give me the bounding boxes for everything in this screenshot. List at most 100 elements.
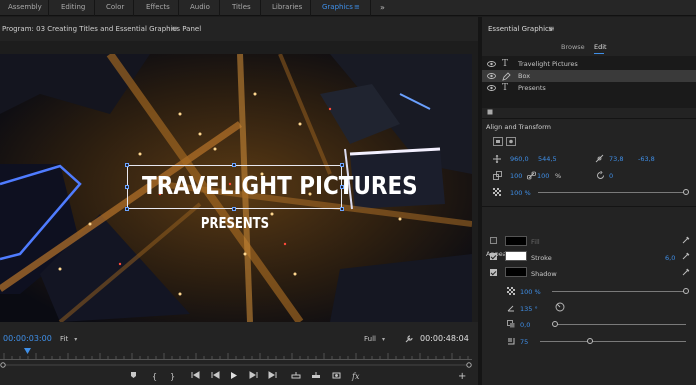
mark-out-icon[interactable]: } [170,371,175,383]
go-to-in-icon[interactable] [191,371,200,383]
opacity-slider-track[interactable] [538,192,686,193]
panel-menu-icon[interactable]: ≡ [171,24,178,33]
add-marker-icon[interactable] [130,371,137,383]
shadow-angle-value[interactable]: 135 ° [520,305,538,313]
tab-separator [48,0,49,16]
workspace-menu-icon[interactable]: ≡ [354,0,360,16]
workspace-tab-libraries[interactable]: Libraries [272,0,302,16]
transform-handle[interactable] [232,163,236,167]
shadow-opacity-slider-track[interactable] [552,291,686,292]
position-y-value[interactable]: 544,5 [538,155,557,163]
shadow-size-value[interactable]: 75 [520,338,528,346]
step-forward-icon[interactable] [249,371,258,383]
shadow-distance-value[interactable]: 0,0 [520,321,530,329]
playhead-marker[interactable] [23,348,31,354]
transform-handle[interactable] [232,207,236,211]
layers-list: T Travelight Pictures Box T Presents [482,56,696,108]
opacity-slider-knob[interactable] [683,189,689,195]
current-timecode[interactable]: 00:00:03:00 [3,334,52,343]
transform-handle[interactable] [340,163,344,167]
zoom-scroll-bar[interactable] [0,362,472,368]
tab-separator [260,0,261,16]
stroke-width-value[interactable]: 6,0 [665,254,675,262]
eyedropper-icon[interactable] [682,236,690,244]
shadow-opacity-value[interactable]: 100 % [520,288,541,296]
eye-icon[interactable] [487,72,496,80]
layer-name: Travelight Pictures [518,60,578,68]
shadow-distance-slider-knob[interactable] [552,321,558,327]
fill-checkbox[interactable] [490,237,497,244]
workspace-tab-effects[interactable]: Effects [146,0,170,16]
align-buttons-icon[interactable] [493,137,517,146]
essential-graphics-tabs: Browse Edit [482,39,696,53]
layer-row[interactable]: T Travelight Pictures [482,58,696,70]
shadow-label: Shadow [531,270,557,278]
shadow-color-swatch[interactable] [505,267,527,277]
tab-separator [310,0,311,16]
layer-name: Presents [518,84,546,92]
scale-unit: % [555,172,562,180]
transform-handle[interactable] [340,185,344,189]
playback-resolution-dropdown[interactable]: Full ▾ [364,334,385,345]
eye-icon[interactable] [487,60,496,68]
layer-row-selected[interactable]: Box [482,70,696,82]
anchor-y-value[interactable]: -63,8 [638,155,655,163]
tab-edit[interactable]: Edit [594,43,607,51]
zoom-level-dropdown[interactable]: Fit ▾ [60,334,77,345]
scale-width-value[interactable]: 100 [510,172,522,180]
go-to-out-icon[interactable] [268,371,277,383]
workspace-tab-color[interactable]: Color [106,0,124,16]
resolution-value: Full [364,335,376,343]
tab-browse[interactable]: Browse [561,43,585,51]
play-icon[interactable] [230,371,238,384]
tab-separator [94,0,95,16]
transform-handle[interactable] [340,207,344,211]
link-icon[interactable] [527,171,536,180]
stroke-color-swatch[interactable] [505,251,527,261]
tab-separator [133,0,134,16]
workspace-tab-editing[interactable]: Editing [61,0,85,16]
shadow-distance-slider-track[interactable] [555,324,686,325]
fx-icon[interactable]: fx [352,371,359,383]
workspace-tab-assembly[interactable]: Assembly [8,0,42,16]
angle-dial-icon[interactable] [555,302,565,312]
opacity-value[interactable]: 100 % [510,189,531,197]
shadow-checkbox[interactable] [490,269,497,276]
new-layer-icon[interactable] [487,109,493,115]
eyedropper-icon[interactable] [682,268,690,276]
title-text-main[interactable]: TRAVELIGHT PICTURES [142,166,418,206]
stroke-checkbox[interactable] [490,253,497,260]
add-button-icon[interactable]: + [458,371,466,383]
workspace-tab-titles[interactable]: Titles [232,0,251,16]
shadow-size-slider-knob[interactable] [586,338,593,344]
more-workspaces-icon[interactable]: » [380,0,385,16]
transform-handle[interactable] [125,185,129,189]
anchor-x-value[interactable]: 73,8 [609,155,623,163]
duration-timecode: 00:00:48:04 [420,334,469,343]
transform-handle[interactable] [125,163,129,167]
wrench-icon[interactable] [405,335,413,345]
workspace-tab-graphics[interactable]: Graphics [322,0,353,16]
workspace-tab-audio[interactable]: Audio [190,0,210,16]
panel-menu-icon[interactable]: ≡ [548,24,555,33]
position-icon [493,155,501,163]
fill-color-swatch[interactable] [505,236,527,246]
transform-handle[interactable] [125,207,129,211]
position-x-value[interactable]: 960,0 [510,155,529,163]
scale-height-value[interactable]: 100 [537,172,549,180]
eyedropper-icon[interactable] [682,252,690,260]
shadow-size-slider-track[interactable] [540,341,686,342]
opacity-icon [493,188,501,196]
essential-graphics-title: Essential Graphics [488,25,553,33]
step-back-icon[interactable] [211,371,220,383]
mark-in-icon[interactable]: { [152,371,157,383]
export-frame-icon[interactable] [332,371,341,383]
section-divider [482,206,696,207]
title-text-subtitle[interactable]: PRESENTS [184,213,285,233]
extract-icon[interactable] [311,371,321,383]
lift-icon[interactable] [291,371,301,383]
layer-row[interactable]: T Presents [482,82,696,94]
rotation-value[interactable]: 0 [609,172,613,180]
shadow-opacity-slider-knob[interactable] [683,288,689,294]
eye-icon[interactable] [487,84,496,92]
